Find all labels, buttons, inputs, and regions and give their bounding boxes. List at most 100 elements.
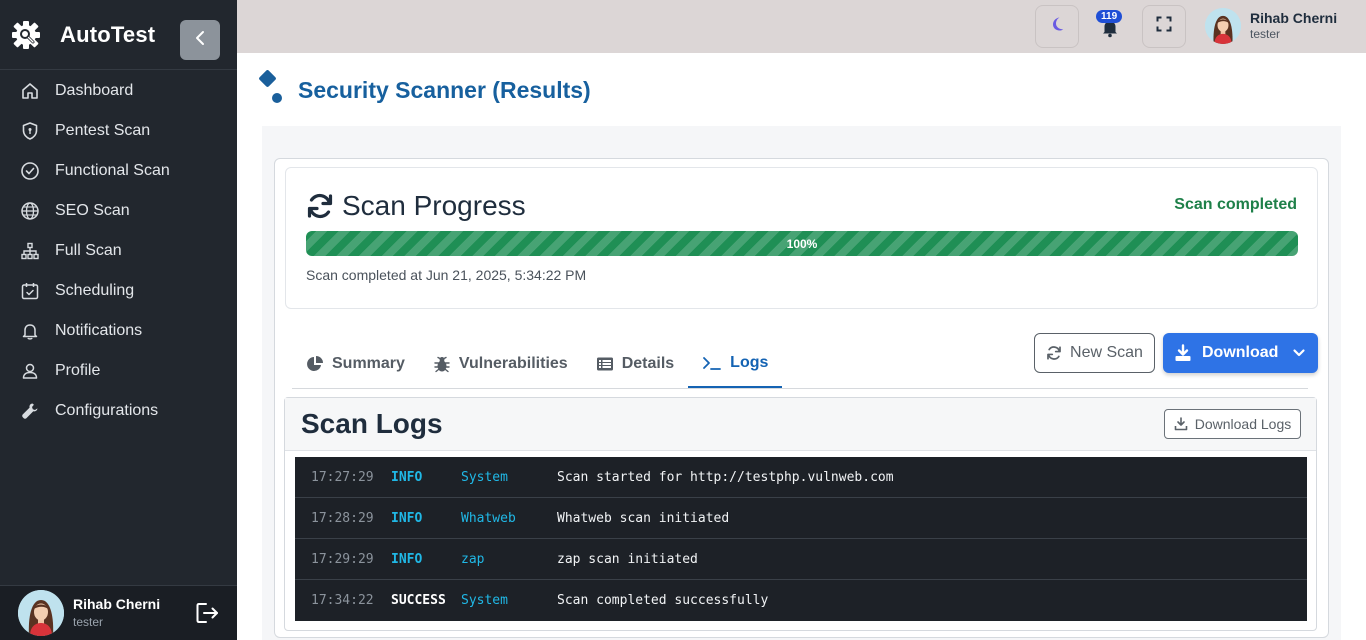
log-message: Whatweb scan initiated bbox=[557, 510, 730, 526]
log-source: System bbox=[461, 593, 508, 608]
tab-label: Vulnerabilities bbox=[458, 355, 568, 372]
log-source: System bbox=[461, 469, 508, 485]
sidebar-item-profile[interactable]: Profile bbox=[0, 351, 237, 391]
sidebar-item-label: Notifications bbox=[55, 322, 143, 339]
chevron-down-icon[interactable] bbox=[1292, 346, 1306, 360]
avatar bbox=[1205, 8, 1241, 44]
sidebar-item-seo-scan[interactable]: SEO Scan bbox=[0, 191, 237, 231]
tab-label: Summary bbox=[332, 355, 405, 372]
download-logs-label: Download Logs bbox=[1194, 416, 1292, 432]
sidebar-item-label: Profile bbox=[55, 362, 101, 379]
sidebar-item-label: Pentest Scan bbox=[55, 122, 151, 139]
brand-name: AutoTest bbox=[60, 21, 156, 47]
sidebar-item-configurations[interactable]: Configurations bbox=[0, 391, 237, 431]
log-time: 17:28:29 bbox=[311, 510, 374, 526]
scan-logs-card: Scan Logs Download Logs 17:27:29 INFO Sy… bbox=[284, 397, 1317, 631]
scan-progress-card: Scan Progress Scan completed 100% Scan c… bbox=[285, 167, 1318, 309]
scan-progress-heading: Scan Progress bbox=[306, 190, 526, 222]
sidebar-item-functional-scan[interactable]: Functional Scan bbox=[0, 151, 237, 191]
topbar-user-role: tester bbox=[1250, 27, 1281, 42]
brand: AutoTest bbox=[0, 0, 237, 70]
log-level: INFO bbox=[391, 510, 423, 526]
sidebar-item-pentest-scan[interactable]: Pentest Scan bbox=[0, 111, 237, 151]
chevron-left-icon bbox=[193, 30, 207, 51]
tab-label: Logs bbox=[730, 354, 769, 371]
tab-details[interactable]: Details bbox=[582, 340, 688, 388]
log-level: SUCCESS bbox=[391, 593, 446, 608]
sidebar-user-role: tester bbox=[73, 614, 104, 629]
download-icon bbox=[1174, 344, 1192, 362]
sidebar-user-info: Rihab Cherni tester bbox=[73, 596, 161, 629]
download-label: Download bbox=[1202, 344, 1279, 361]
tab-vulnerabilities[interactable]: Vulnerabilities bbox=[419, 340, 582, 388]
log-console: 17:27:29 INFO System Scan started for ht… bbox=[295, 457, 1307, 621]
log-time: 17:29:29 bbox=[311, 551, 374, 567]
new-scan-button[interactable]: New Scan bbox=[1034, 333, 1155, 373]
fullscreen-icon bbox=[1156, 16, 1172, 37]
download-main: Download bbox=[1163, 344, 1278, 362]
topbar-user-info: Rihab Cherni tester bbox=[1250, 11, 1337, 40]
scan-progress-title: Scan Progress bbox=[342, 190, 526, 221]
sidebar-item-scheduling[interactable]: Scheduling bbox=[0, 271, 237, 311]
log-time: 17:34:22 bbox=[311, 593, 374, 608]
scan-completed-timestamp: Scan completed at Jun 21, 2025, 5:34:22 … bbox=[306, 267, 587, 283]
sidebar: AutoTest Dashboard Pentest Scan Function… bbox=[0, 0, 237, 640]
logout-icon[interactable] bbox=[195, 601, 221, 630]
globe-icon bbox=[20, 201, 40, 221]
tab-logs[interactable]: Logs bbox=[688, 340, 783, 388]
user-icon bbox=[20, 361, 40, 381]
sidebar-item-full-scan[interactable]: Full Scan bbox=[0, 231, 237, 271]
diamond-icon bbox=[258, 68, 286, 113]
fullscreen-button[interactable] bbox=[1142, 5, 1186, 48]
wrench-icon bbox=[20, 401, 40, 421]
page-header: Security Scanner (Results) bbox=[258, 68, 591, 113]
log-source: Whatweb bbox=[461, 510, 516, 526]
theme-toggle-button[interactable] bbox=[1035, 5, 1079, 48]
new-scan-label: New Scan bbox=[1070, 344, 1143, 361]
result-tabs: Summary Vulnerabilities Details Logs bbox=[292, 340, 1308, 389]
sidebar-item-notifications[interactable]: Notifications bbox=[0, 311, 237, 351]
log-entry: 17:28:29 INFO Whatweb Whatweb scan initi… bbox=[295, 498, 1307, 539]
log-message: Scan completed successfully bbox=[557, 593, 769, 608]
sitemap-icon bbox=[20, 241, 40, 261]
notifications-button[interactable]: 119 bbox=[1095, 8, 1125, 42]
log-entry: 17:29:29 INFO zap zap scan initiated bbox=[295, 539, 1307, 580]
sidebar-user-name: Rihab Cherni bbox=[73, 596, 161, 613]
progress-percent-label: 100% bbox=[786, 236, 818, 251]
sidebar-item-label: Full Scan bbox=[55, 242, 122, 259]
notification-count-badge: 119 bbox=[1096, 10, 1123, 23]
topbar-user-name: Rihab Cherni bbox=[1250, 10, 1338, 27]
sync-icon bbox=[306, 192, 334, 220]
sidebar-item-dashboard[interactable]: Dashboard bbox=[0, 71, 237, 111]
bell-icon bbox=[20, 321, 40, 341]
shield-icon bbox=[20, 121, 40, 141]
log-level: INFO bbox=[391, 469, 423, 485]
terminal-icon bbox=[702, 355, 722, 371]
collapse-sidebar-button[interactable] bbox=[180, 20, 220, 60]
log-entry: 17:34:22 SUCCESS System Scan completed s… bbox=[295, 580, 1307, 621]
pie-chart-icon bbox=[306, 355, 324, 373]
list-icon bbox=[596, 356, 614, 372]
page-title: Security Scanner (Results) bbox=[298, 76, 591, 103]
refresh-icon bbox=[1046, 345, 1062, 361]
log-time: 17:27:29 bbox=[311, 469, 374, 485]
scan-status-text: Scan completed bbox=[1174, 196, 1297, 213]
sidebar-nav: Dashboard Pentest Scan Functional Scan S… bbox=[0, 70, 237, 431]
calendar-icon bbox=[20, 281, 40, 301]
tab-summary[interactable]: Summary bbox=[292, 340, 419, 388]
topbar-user[interactable]: Rihab Cherni tester bbox=[1205, 8, 1337, 44]
log-entry: 17:27:29 INFO System Scan started for ht… bbox=[295, 457, 1307, 498]
sidebar-user: Rihab Cherni tester bbox=[0, 585, 237, 640]
sidebar-item-label: SEO Scan bbox=[55, 202, 130, 219]
topbar: 119 Rihab Cherni tester bbox=[237, 0, 1366, 53]
avatar[interactable] bbox=[18, 590, 64, 636]
tab-label: Details bbox=[621, 355, 675, 372]
log-level: INFO bbox=[391, 551, 423, 567]
scan-logs-title: Scan Logs bbox=[301, 408, 443, 439]
sidebar-item-label: Configurations bbox=[55, 402, 159, 419]
sidebar-item-label: Dashboard bbox=[55, 82, 134, 99]
download-logs-button[interactable]: Download Logs bbox=[1164, 409, 1301, 439]
download-button[interactable]: Download bbox=[1163, 333, 1318, 373]
sidebar-item-label: Scheduling bbox=[55, 282, 135, 299]
log-message: Scan started for http://testphp.vulnweb.… bbox=[557, 469, 894, 485]
